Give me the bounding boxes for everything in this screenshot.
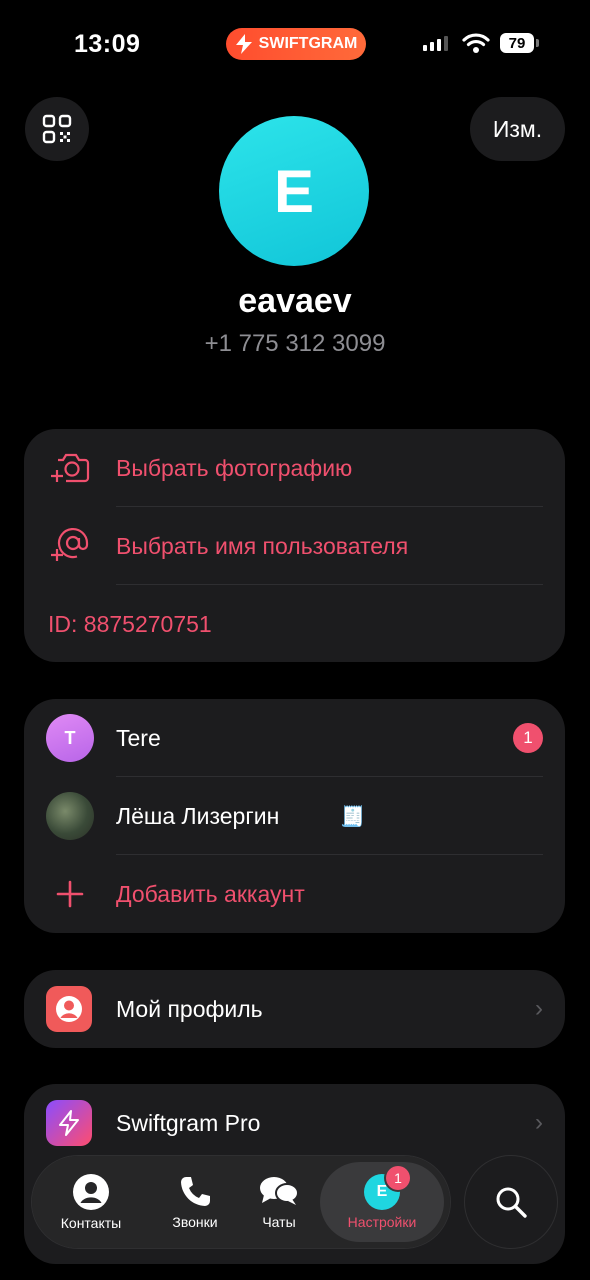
tab-chats-label: Чаты <box>262 1214 296 1230</box>
profile-actions-card: Выбрать фотографию Выбрать имя пользоват… <box>24 429 565 662</box>
choose-photo-row[interactable]: Выбрать фотографию <box>24 429 565 507</box>
lightning-icon <box>46 1100 92 1146</box>
profile-phone: +1 775 312 3099 <box>204 330 386 357</box>
contacts-icon <box>73 1174 109 1210</box>
choose-username-row[interactable]: Выбрать имя пользователя <box>24 507 565 585</box>
lightning-icon <box>235 34 252 54</box>
swiftgram-pro-row[interactable]: Swiftgram Pro › <box>24 1084 565 1162</box>
account-name: Tere <box>116 724 161 751</box>
status-time: 13:09 <box>74 30 141 58</box>
account-row-tere[interactable]: T Tere 1 <box>24 699 565 777</box>
battery-tip <box>536 39 539 47</box>
tab-contacts-label: Контакты <box>60 1215 122 1231</box>
camera-add-icon <box>51 453 90 483</box>
unread-badge: 1 <box>513 723 543 753</box>
tab-chats[interactable]: Чаты <box>244 1156 314 1248</box>
tab-bar: Контакты Звонки Чаты E 1 Настройки <box>32 1156 450 1248</box>
swiftgram-badge-label: SWIFTGRAM <box>258 35 358 52</box>
tab-contacts[interactable]: Контакты <box>46 1156 136 1248</box>
battery-indicator: 79 <box>500 33 534 53</box>
account-avatar-photo <box>46 792 94 840</box>
settings-badge: 1 <box>386 1166 410 1190</box>
my-profile-label: Мой профиль <box>116 995 263 1022</box>
tab-settings[interactable]: E 1 Настройки <box>320 1156 444 1248</box>
account-avatar: T <box>46 714 94 762</box>
user-id-row[interactable]: ID: 8875270751 <box>24 585 565 663</box>
wifi-icon <box>462 33 490 53</box>
sticker-emoji-icon: 🧾 <box>340 805 365 828</box>
person-icon <box>46 986 92 1032</box>
profile-name: eavaev <box>238 282 352 320</box>
profile-avatar[interactable]: E <box>219 116 369 266</box>
chats-icon <box>260 1177 299 1205</box>
tab-calls[interactable]: Звонки <box>152 1156 238 1248</box>
plus-icon <box>56 880 84 908</box>
edit-button[interactable]: Изм. <box>470 97 565 161</box>
chevron-right-icon: › <box>535 1109 543 1136</box>
account-row-lesha[interactable]: Лёша Лизергин 🧾 <box>24 777 565 855</box>
account-name: Лёша Лизергин <box>116 802 280 829</box>
search-icon <box>496 1187 527 1218</box>
add-account-label: Добавить аккаунт <box>116 880 305 907</box>
choose-username-label: Выбрать имя пользователя <box>116 532 409 559</box>
qr-code-button[interactable] <box>25 97 89 161</box>
tab-settings-label: Настройки <box>347 1214 417 1230</box>
user-id-label: ID: 8875270751 <box>48 610 212 637</box>
choose-photo-label: Выбрать фотографию <box>116 454 353 481</box>
my-profile-row[interactable]: Мой профиль › <box>24 970 565 1048</box>
phone-icon <box>181 1177 210 1206</box>
accounts-card: T Tere 1 Лёша Лизергин 🧾 Добавить аккаун… <box>24 699 565 933</box>
add-account-row[interactable]: Добавить аккаунт <box>24 855 565 933</box>
cellular-signal-icon <box>423 36 448 51</box>
at-sign-add-icon <box>51 527 89 561</box>
my-profile-card[interactable]: Мой профиль › <box>24 970 565 1048</box>
qr-code-icon <box>42 114 72 144</box>
swiftgram-badge[interactable]: SWIFTGRAM <box>226 28 366 60</box>
chevron-right-icon: › <box>535 995 543 1022</box>
tab-calls-label: Звонки <box>172 1214 218 1230</box>
search-button[interactable] <box>465 1156 557 1248</box>
swiftgram-pro-label: Swiftgram Pro <box>116 1109 261 1136</box>
